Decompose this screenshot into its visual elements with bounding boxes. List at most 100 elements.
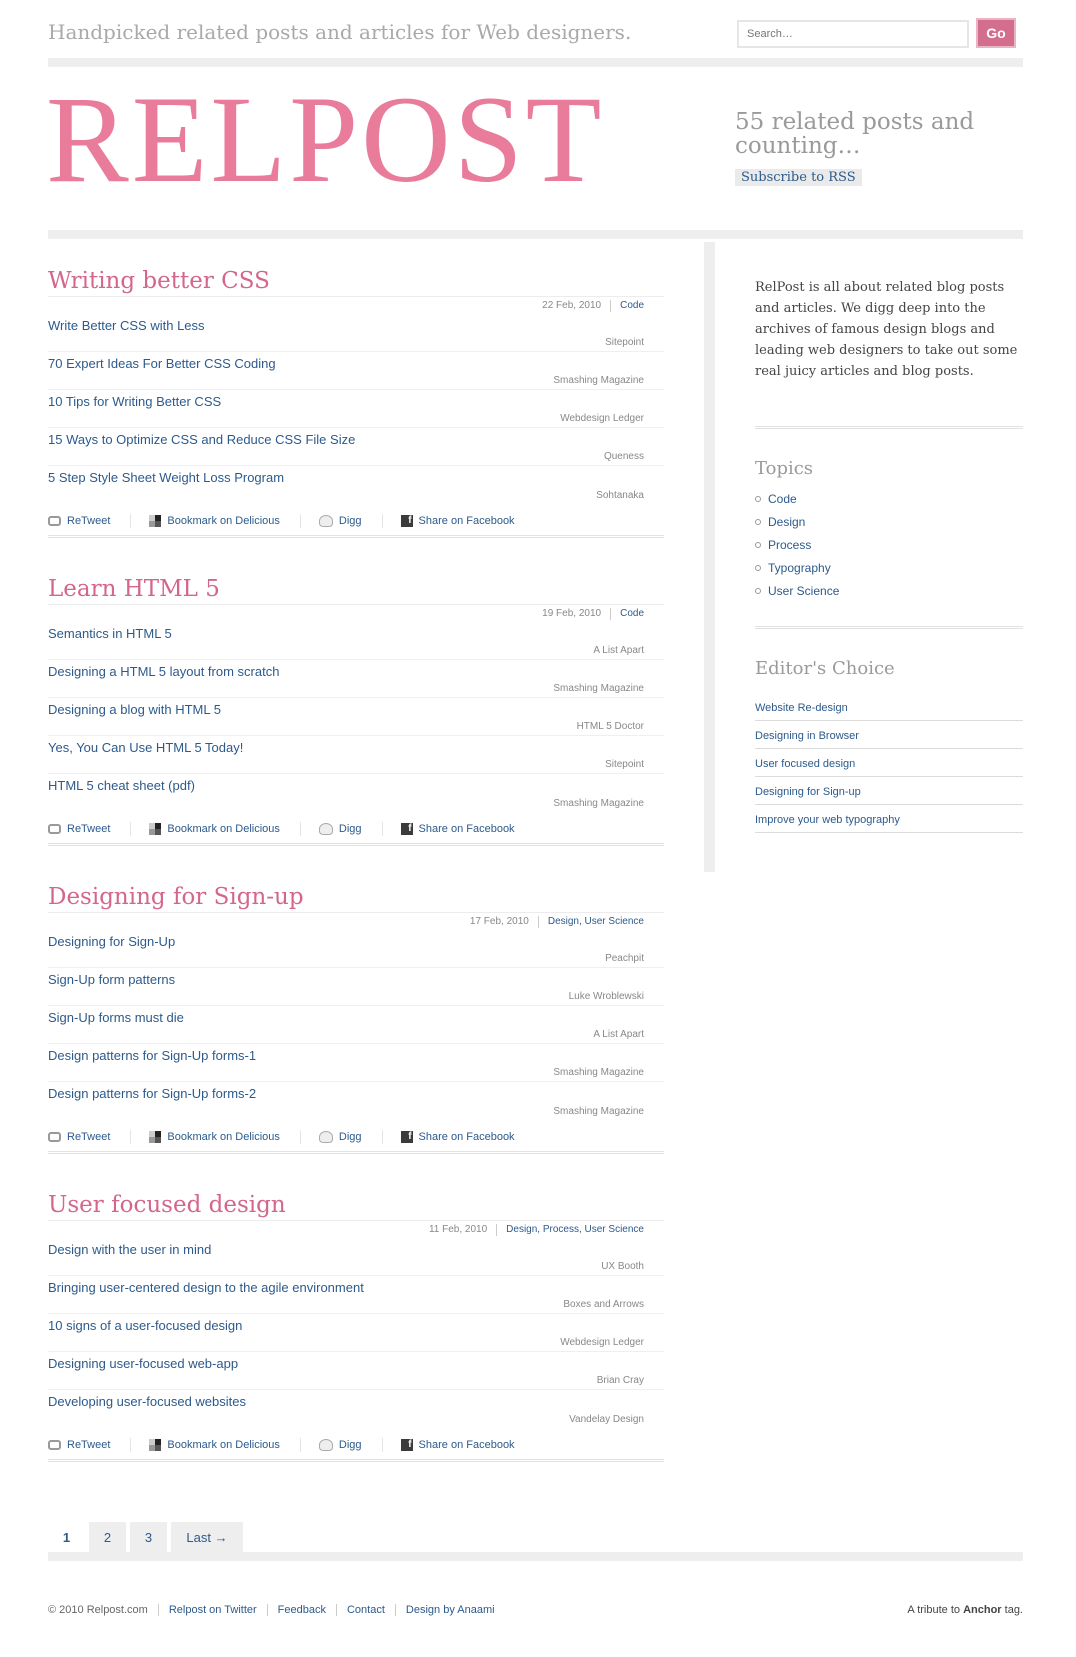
related-link-source: Vandelay Design	[569, 1414, 644, 1425]
editors-choice-item[interactable]: User focused design	[755, 749, 1023, 777]
digg-link[interactable]: Digg	[318, 1437, 383, 1452]
related-link-source: Queness	[603, 451, 644, 462]
subscribe-rss-button[interactable]: Subscribe to RSS	[735, 169, 862, 186]
related-link-title[interactable]: Designing a HTML 5 layout from scratch	[48, 664, 279, 679]
related-link-row: Designing a HTML 5 layout from scratch Sm…	[48, 660, 664, 698]
related-link-title[interactable]: 5 Step Style Sheet Weight Loss Program	[48, 470, 284, 485]
footer-link[interactable]: Relpost on Twitter	[157, 1604, 267, 1616]
related-link-title[interactable]: HTML 5 cheat sheet (pdf)	[48, 778, 195, 793]
page-3-button[interactable]: 3	[130, 1522, 167, 1552]
related-link-title[interactable]: Sign-Up forms must die	[48, 1010, 184, 1025]
retweet-icon	[48, 823, 61, 834]
related-link-title[interactable]: Designing for Sign-Up	[48, 934, 175, 949]
search-go-button[interactable]: Go	[976, 18, 1016, 48]
footer-link[interactable]: Feedback	[266, 1604, 336, 1616]
facebook-link-label: Share on Facebook	[418, 822, 515, 835]
page-1-button[interactable]: 1	[48, 1522, 85, 1552]
delicious-icon	[149, 822, 162, 835]
post-title[interactable]: User focused design	[48, 1190, 664, 1224]
related-link-title[interactable]: Yes, You Can Use HTML 5 Today!	[48, 740, 243, 755]
related-link-title[interactable]: Semantics in HTML 5	[48, 626, 172, 641]
post-date: 19 Feb, 2010	[542, 607, 612, 620]
related-link-row: Write Better CSS with Less Sitepoint	[48, 314, 664, 352]
retweet-icon	[48, 1439, 61, 1450]
related-link-title[interactable]: 70 Expert Ideas For Better CSS Coding	[48, 356, 276, 371]
topic-label: Process	[768, 537, 812, 552]
topic-item[interactable]: Process	[755, 533, 839, 556]
retweet-icon	[48, 1131, 61, 1142]
site-logo[interactable]: RELPOST	[46, 78, 604, 202]
editors-choice-item[interactable]: Designing in Browser	[755, 721, 1023, 749]
related-link-title[interactable]: 10 Tips for Writing Better CSS	[48, 394, 221, 409]
topics-list: Code Design Process Typography User Science	[755, 487, 839, 602]
related-link-source: HTML 5 Doctor	[576, 721, 644, 732]
retweet-link-label: ReTweet	[67, 1130, 111, 1143]
post-count-text: 55 related posts and counting…	[735, 109, 975, 159]
digg-link[interactable]: Digg	[318, 821, 383, 836]
digg-icon	[318, 514, 333, 527]
delicious-link[interactable]: Bookmark on Delicious	[149, 821, 301, 836]
related-link-source: Luke Wroblewski	[568, 991, 644, 1002]
related-link-title[interactable]: 15 Ways to Optimize CSS and Reduce CSS F…	[48, 432, 355, 447]
facebook-link[interactable]: f Share on Facebook	[400, 822, 535, 836]
facebook-link-label: Share on Facebook	[418, 1438, 515, 1451]
facebook-link[interactable]: f Share on Facebook	[400, 1130, 535, 1144]
related-link-source: Smashing Magazine	[553, 1067, 644, 1078]
facebook-icon: f	[400, 1438, 413, 1451]
related-link-title[interactable]: Design patterns for Sign-Up forms-2	[48, 1086, 256, 1101]
post-meta: 19 Feb, 2010 Code	[48, 604, 664, 622]
footer-link[interactable]: Contact	[335, 1604, 395, 1616]
post-categories[interactable]: Code	[620, 300, 644, 311]
related-link-source: Sitepoint	[605, 337, 644, 348]
related-link-title[interactable]: Designing a blog with HTML 5	[48, 702, 221, 717]
page-2-button[interactable]: 2	[89, 1522, 126, 1552]
delicious-link[interactable]: Bookmark on Delicious	[149, 513, 301, 528]
topic-item[interactable]: User Science	[755, 579, 839, 602]
related-link-source: Webdesign Ledger	[560, 1337, 644, 1348]
last-page-button[interactable]: Last →	[171, 1522, 243, 1552]
related-link-title[interactable]: 10 signs of a user-focused design	[48, 1318, 242, 1333]
delicious-link-label: Bookmark on Delicious	[167, 514, 280, 527]
digg-link[interactable]: Digg	[318, 513, 383, 528]
related-link-title[interactable]: Design patterns for Sign-Up forms-1	[48, 1048, 256, 1063]
content-divider	[48, 230, 1023, 239]
editors-choice-item[interactable]: Website Re-design	[755, 693, 1023, 721]
delicious-link[interactable]: Bookmark on Delicious	[149, 1129, 301, 1144]
facebook-link[interactable]: f Share on Facebook	[400, 1438, 535, 1452]
related-link-title[interactable]: Write Better CSS with Less	[48, 318, 205, 333]
digg-link[interactable]: Digg	[318, 1129, 383, 1144]
topic-item[interactable]: Code	[755, 487, 839, 510]
search-input[interactable]	[737, 20, 969, 48]
post-block: Designing for Sign-up 17 Feb, 2010 Design,…	[48, 882, 664, 1154]
footer-link[interactable]: Design by Anaami	[394, 1604, 505, 1616]
retweet-link[interactable]: ReTweet	[48, 1129, 132, 1144]
related-link-title[interactable]: Designing user-focused web-app	[48, 1356, 238, 1371]
post-title[interactable]: Designing for Sign-up	[48, 882, 664, 916]
facebook-link[interactable]: f Share on Facebook	[400, 514, 535, 528]
post-categories[interactable]: Code	[620, 608, 644, 619]
related-link-source: Smashing Magazine	[553, 1106, 644, 1117]
related-link-title[interactable]: Design with the user in mind	[48, 1242, 211, 1257]
post-title[interactable]: Learn HTML 5	[48, 574, 664, 608]
editors-choice-item[interactable]: Improve your web typography	[755, 805, 1023, 833]
digg-icon	[318, 822, 333, 835]
retweet-link[interactable]: ReTweet	[48, 1437, 132, 1452]
delicious-icon	[149, 514, 162, 527]
retweet-link[interactable]: ReTweet	[48, 821, 132, 836]
topic-label: User Science	[768, 583, 840, 598]
topic-item[interactable]: Typography	[755, 556, 839, 579]
related-link-source: Brian Cray	[596, 1375, 644, 1386]
topic-item[interactable]: Design	[755, 510, 839, 533]
about-text: RelPost is all about related blog posts …	[755, 280, 1018, 379]
editors-choice-item[interactable]: Designing for Sign-up	[755, 777, 1023, 805]
delicious-link[interactable]: Bookmark on Delicious	[149, 1437, 301, 1452]
post-categories[interactable]: Design, Process, User Science	[506, 1224, 644, 1235]
post-categories[interactable]: Design, User Science	[548, 916, 644, 927]
post-title[interactable]: Writing better CSS	[48, 266, 664, 300]
related-link-title[interactable]: Developing user-focused websites	[48, 1394, 246, 1409]
related-link-title[interactable]: Bringing user-centered design to the agi…	[48, 1280, 364, 1295]
related-link-source: Smashing Magazine	[553, 375, 644, 386]
related-link-title[interactable]: Sign-Up form patterns	[48, 972, 175, 987]
related-link-source: UX Booth	[601, 1261, 644, 1272]
retweet-link[interactable]: ReTweet	[48, 513, 132, 528]
